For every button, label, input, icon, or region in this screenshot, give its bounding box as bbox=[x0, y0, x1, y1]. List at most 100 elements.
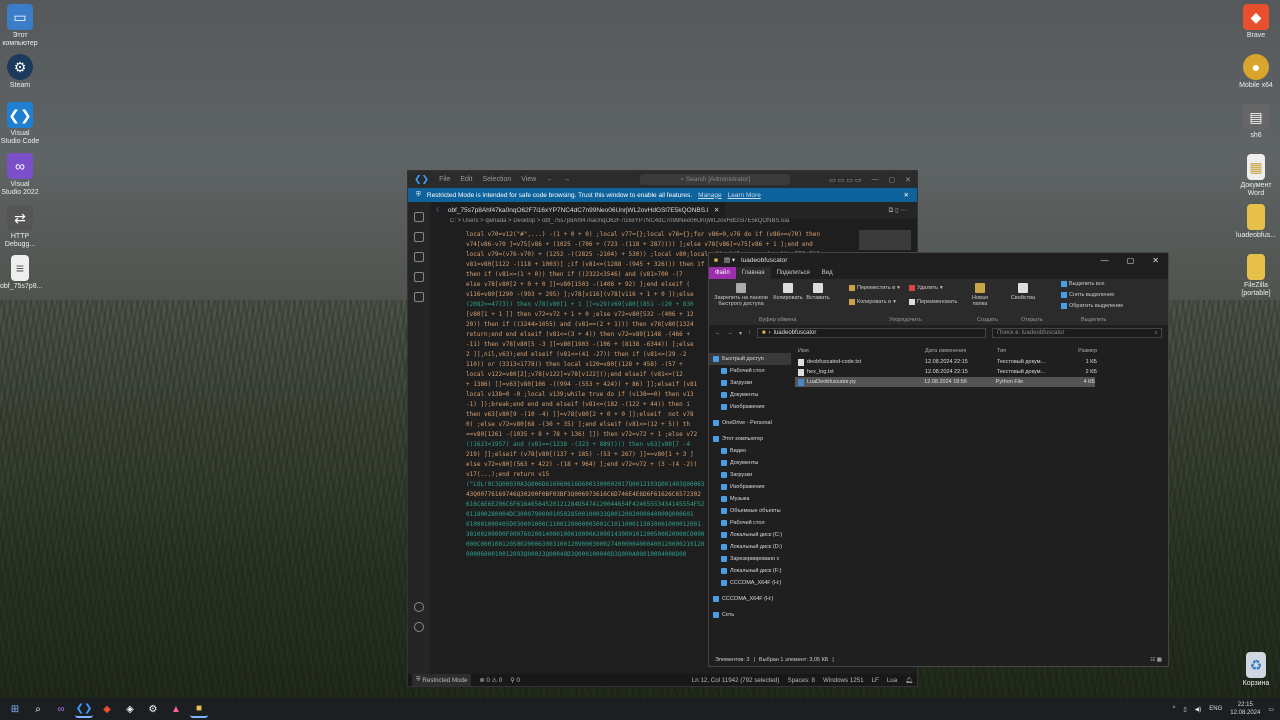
desktop-icon-vscode[interactable]: ❮❯ Visual Studio Code bbox=[0, 102, 40, 146]
desktop-icon-steam[interactable]: ⚙ Steam bbox=[0, 54, 40, 90]
nav-item[interactable]: OneDrive - Personal bbox=[709, 417, 791, 429]
gear-icon[interactable] bbox=[414, 622, 424, 632]
select-none-button[interactable]: Снять выделение bbox=[1061, 292, 1114, 298]
nav-item[interactable]: Быстрый доступ bbox=[709, 353, 791, 365]
delete-button[interactable]: Удалить ▾ bbox=[909, 285, 943, 291]
desktop-icon-brave[interactable]: ◆ Brave bbox=[1236, 4, 1276, 40]
minimap[interactable] bbox=[859, 230, 911, 250]
nav-item[interactable]: Загрузки bbox=[709, 469, 791, 481]
menu-edit[interactable]: Edit bbox=[460, 176, 472, 183]
file-row[interactable]: hex_log.txt 12.08.2024 22:15 Текстовый док… bbox=[795, 367, 1164, 377]
up-icon[interactable]: ↑ bbox=[748, 330, 751, 336]
column-date[interactable]: Дата изменения bbox=[925, 348, 997, 354]
notifications-icon[interactable]: 🔔︎ bbox=[905, 676, 913, 684]
search-icon[interactable] bbox=[414, 232, 424, 242]
learn-more-link[interactable]: Learn More bbox=[728, 192, 761, 199]
search-icon[interactable]: ⌕ bbox=[29, 700, 47, 718]
nav-item[interactable]: Зарезервировано с bbox=[709, 553, 791, 565]
clock[interactable]: 22:15 12.08.2024 bbox=[1230, 701, 1260, 717]
pin-quick-access-button[interactable]: Закрепить на панели быстрого доступа bbox=[711, 283, 771, 307]
nav-item[interactable]: CCCOMA_X64F (H:) bbox=[709, 577, 791, 589]
menu-view[interactable]: View bbox=[521, 176, 536, 183]
new-folder-button[interactable]: Новая папка bbox=[967, 283, 993, 307]
nav-item[interactable]: Объемные объекты bbox=[709, 505, 791, 517]
search-input[interactable]: Поиск в: luadeobfuscator ⌕ bbox=[992, 328, 1162, 338]
explorer-icon[interactable] bbox=[414, 212, 424, 222]
account-icon[interactable] bbox=[414, 602, 424, 612]
desktop-icon-mobile[interactable]: ● Mobile x64 bbox=[1236, 54, 1276, 90]
view-toggle-icon[interactable]: ☷ ▦ bbox=[1150, 657, 1168, 663]
properties-button[interactable]: Свойства bbox=[1009, 283, 1037, 301]
nav-item[interactable]: Этот компьютер bbox=[709, 433, 791, 445]
taskbar-app-icon[interactable]: ▲ bbox=[167, 700, 185, 718]
encoding-status[interactable]: Windows 1251 bbox=[823, 677, 864, 684]
column-size[interactable]: Размер bbox=[1059, 348, 1097, 354]
run-debug-icon[interactable] bbox=[414, 272, 424, 282]
minimize-icon[interactable]: — bbox=[1101, 256, 1109, 265]
nav-forward-icon[interactable]: → bbox=[563, 176, 570, 183]
source-control-icon[interactable] bbox=[414, 252, 424, 262]
taskbar-brave-icon[interactable]: ◆ bbox=[98, 700, 116, 718]
desktop-icon-visual-studio[interactable]: ∞ Visual Studio 2022 bbox=[0, 153, 40, 197]
nav-item[interactable]: Изображения bbox=[709, 481, 791, 493]
command-search[interactable]: ⌕ Search [Administrator] bbox=[640, 174, 791, 185]
close-icon[interactable]: ✕ bbox=[1152, 256, 1159, 265]
desktop-icon-luadeobfus[interactable]: luadeobfus... bbox=[1236, 204, 1276, 240]
layout-icon[interactable]: ▭ ▭ ▭ ▭ bbox=[829, 176, 861, 184]
nav-item[interactable]: Локальный диск (D:) bbox=[709, 541, 791, 553]
nav-item[interactable]: Видео bbox=[709, 445, 791, 457]
file-row[interactable]: deobfuscated-code.txt 12.08.2024 22:15 Тек… bbox=[795, 357, 1164, 367]
file-row[interactable]: LuaDeobfuscator.py 12.08.2024 18:56 Python… bbox=[795, 377, 1095, 387]
nav-item[interactable]: Сеть bbox=[709, 609, 791, 621]
language-status[interactable]: Lua bbox=[887, 677, 897, 684]
editor-actions-icon[interactable]: ⧉ ▯ ⋯ bbox=[889, 206, 917, 215]
notification-icon[interactable]: ▭ bbox=[1268, 706, 1274, 713]
nav-item[interactable]: Локальный диск (F:) bbox=[709, 565, 791, 577]
nav-item[interactable]: Загрузки bbox=[709, 377, 791, 389]
banner-close-icon[interactable]: ✕ bbox=[904, 191, 909, 199]
desktop-icon-obf-file[interactable]: ≡ obf_75s7p8... bbox=[0, 255, 42, 291]
ports-status[interactable]: ⚲ 0 bbox=[510, 677, 520, 684]
taskbar-unity-icon[interactable]: ◈ bbox=[121, 700, 139, 718]
nav-item[interactable]: Изображения bbox=[709, 401, 791, 413]
tab-close-icon[interactable]: ✕ bbox=[714, 206, 719, 214]
tab-share[interactable]: Поделиться bbox=[771, 267, 816, 279]
maximize-icon[interactable]: ▢ bbox=[889, 176, 896, 184]
nav-item[interactable]: Локальный диск (C:) bbox=[709, 529, 791, 541]
address-bar[interactable]: ■ › luadeobfuscator bbox=[757, 328, 986, 338]
taskbar-file-explorer-icon[interactable]: ■ bbox=[190, 700, 208, 718]
start-button[interactable]: ⊞ bbox=[6, 700, 24, 718]
copy-to-button[interactable]: Копировать в ▾ bbox=[849, 299, 896, 305]
menu-selection[interactable]: Selection bbox=[482, 176, 511, 183]
select-all-button[interactable]: Выделить все bbox=[1061, 281, 1105, 287]
desktop-icon-http-debugger[interactable]: ⇄ HTTP Debugg... bbox=[0, 205, 40, 249]
network-icon[interactable]: ▯ bbox=[1183, 706, 1186, 713]
desktop-icon-filezilla[interactable]: FileZilla [portable] bbox=[1236, 254, 1276, 298]
volume-icon[interactable]: ◀) bbox=[1195, 706, 1202, 713]
desktop-icon-sh6[interactable]: ▤ sh6 bbox=[1236, 104, 1276, 140]
close-icon[interactable]: ✕ bbox=[905, 176, 911, 184]
tab-home[interactable]: Главная bbox=[735, 267, 771, 279]
desktop-icon-recycle-bin[interactable]: ♻ Корзина bbox=[1236, 652, 1276, 688]
column-type[interactable]: Тип bbox=[997, 348, 1059, 354]
nav-item[interactable]: Документы bbox=[709, 457, 791, 469]
taskbar-visual-studio-icon[interactable]: ∞ bbox=[52, 700, 70, 718]
indentation-status[interactable]: Spaces: 8 bbox=[787, 677, 815, 684]
manage-link[interactable]: Manage bbox=[698, 192, 722, 199]
tab-file[interactable]: Файл bbox=[709, 267, 736, 279]
taskbar-steam-icon[interactable]: ⚙ bbox=[144, 700, 162, 718]
file-explorer-window[interactable]: ■ ▤ ▾ luadeobfuscator — ▢ ✕ Файл Главная… bbox=[708, 252, 1169, 667]
copy-button[interactable]: Копировать bbox=[773, 283, 803, 301]
desktop-icon-document[interactable]: ▦ Документ Word bbox=[1236, 154, 1276, 198]
language-indicator[interactable]: ENG bbox=[1209, 706, 1222, 712]
rename-button[interactable]: Переименовать bbox=[909, 299, 957, 305]
paste-button[interactable]: Вставить bbox=[805, 283, 831, 301]
cursor-position[interactable]: Ln 12, Col 11942 (792 selected) bbox=[692, 677, 780, 684]
taskbar-vscode-icon[interactable]: ❮❯ bbox=[75, 700, 93, 718]
maximize-icon[interactable]: ▢ bbox=[1127, 256, 1135, 265]
problems-status[interactable]: ⊗ 0 ⚠ 0 bbox=[479, 677, 502, 684]
nav-item[interactable]: Рабочий стол bbox=[709, 517, 791, 529]
restricted-mode-status[interactable]: ⛨ Restricted Mode bbox=[412, 674, 472, 686]
quick-access-toolbar-icon[interactable]: ▤ ▾ bbox=[724, 256, 735, 264]
recent-icon[interactable]: ▾ bbox=[739, 330, 742, 337]
